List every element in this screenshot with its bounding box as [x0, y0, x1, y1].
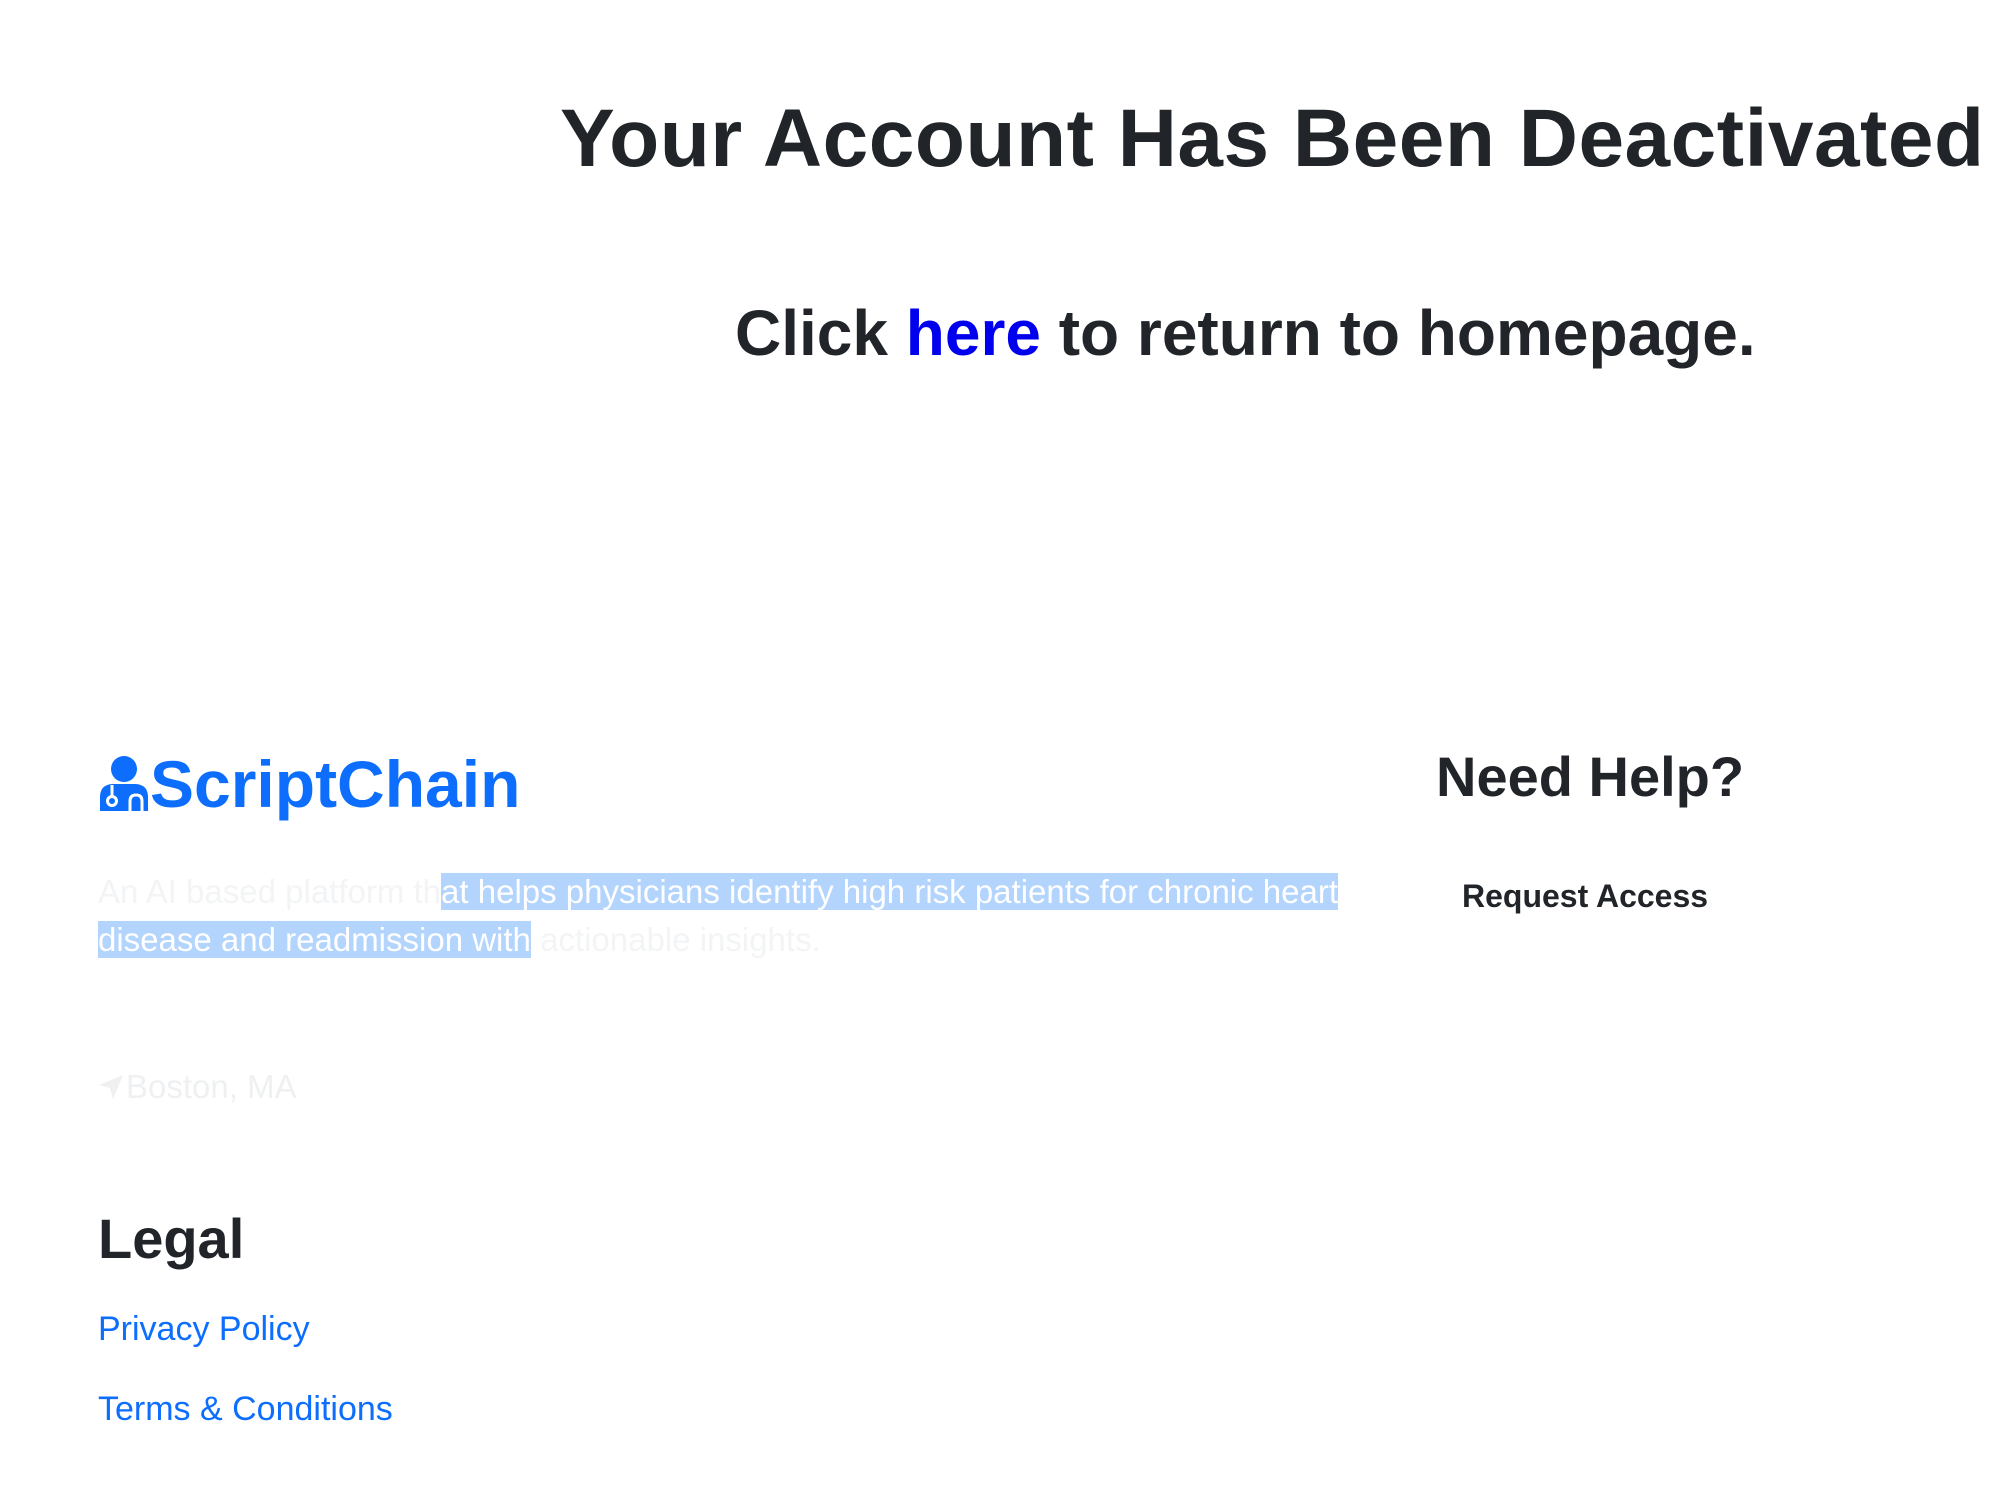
- return-message: Click here to return to homepage.: [735, 296, 1756, 370]
- need-help-heading: Need Help?: [1436, 745, 1745, 808]
- page-title: Your Account Has Been Deactivated: [560, 93, 1985, 184]
- location: Boston, MA: [98, 1068, 297, 1106]
- tagline-part-3: actionable insights.: [530, 921, 821, 958]
- privacy-policy-link[interactable]: Privacy Policy: [98, 1310, 310, 1349]
- brand-tagline: An AI based platform that helps physicia…: [98, 868, 1339, 964]
- terms-conditions-link[interactable]: Terms & Conditions: [98, 1390, 393, 1429]
- request-access-link[interactable]: Request Access: [1462, 878, 1708, 915]
- homepage-link[interactable]: here: [906, 297, 1041, 369]
- brand-logo-link[interactable]: ScriptChain: [98, 746, 520, 822]
- brand-name: ScriptChain: [150, 747, 521, 821]
- legal-heading: Legal: [98, 1207, 245, 1270]
- return-prefix: Click: [735, 297, 888, 369]
- tagline-part-1: An AI based platform th: [98, 873, 442, 910]
- doctor-icon: [100, 756, 148, 811]
- page: Your Account Has Been Deactivated Click …: [0, 0, 1996, 1490]
- location-text: Boston, MA: [126, 1068, 297, 1105]
- location-arrow-icon: [99, 1075, 123, 1099]
- return-suffix: to return to homepage.: [1058, 297, 1756, 369]
